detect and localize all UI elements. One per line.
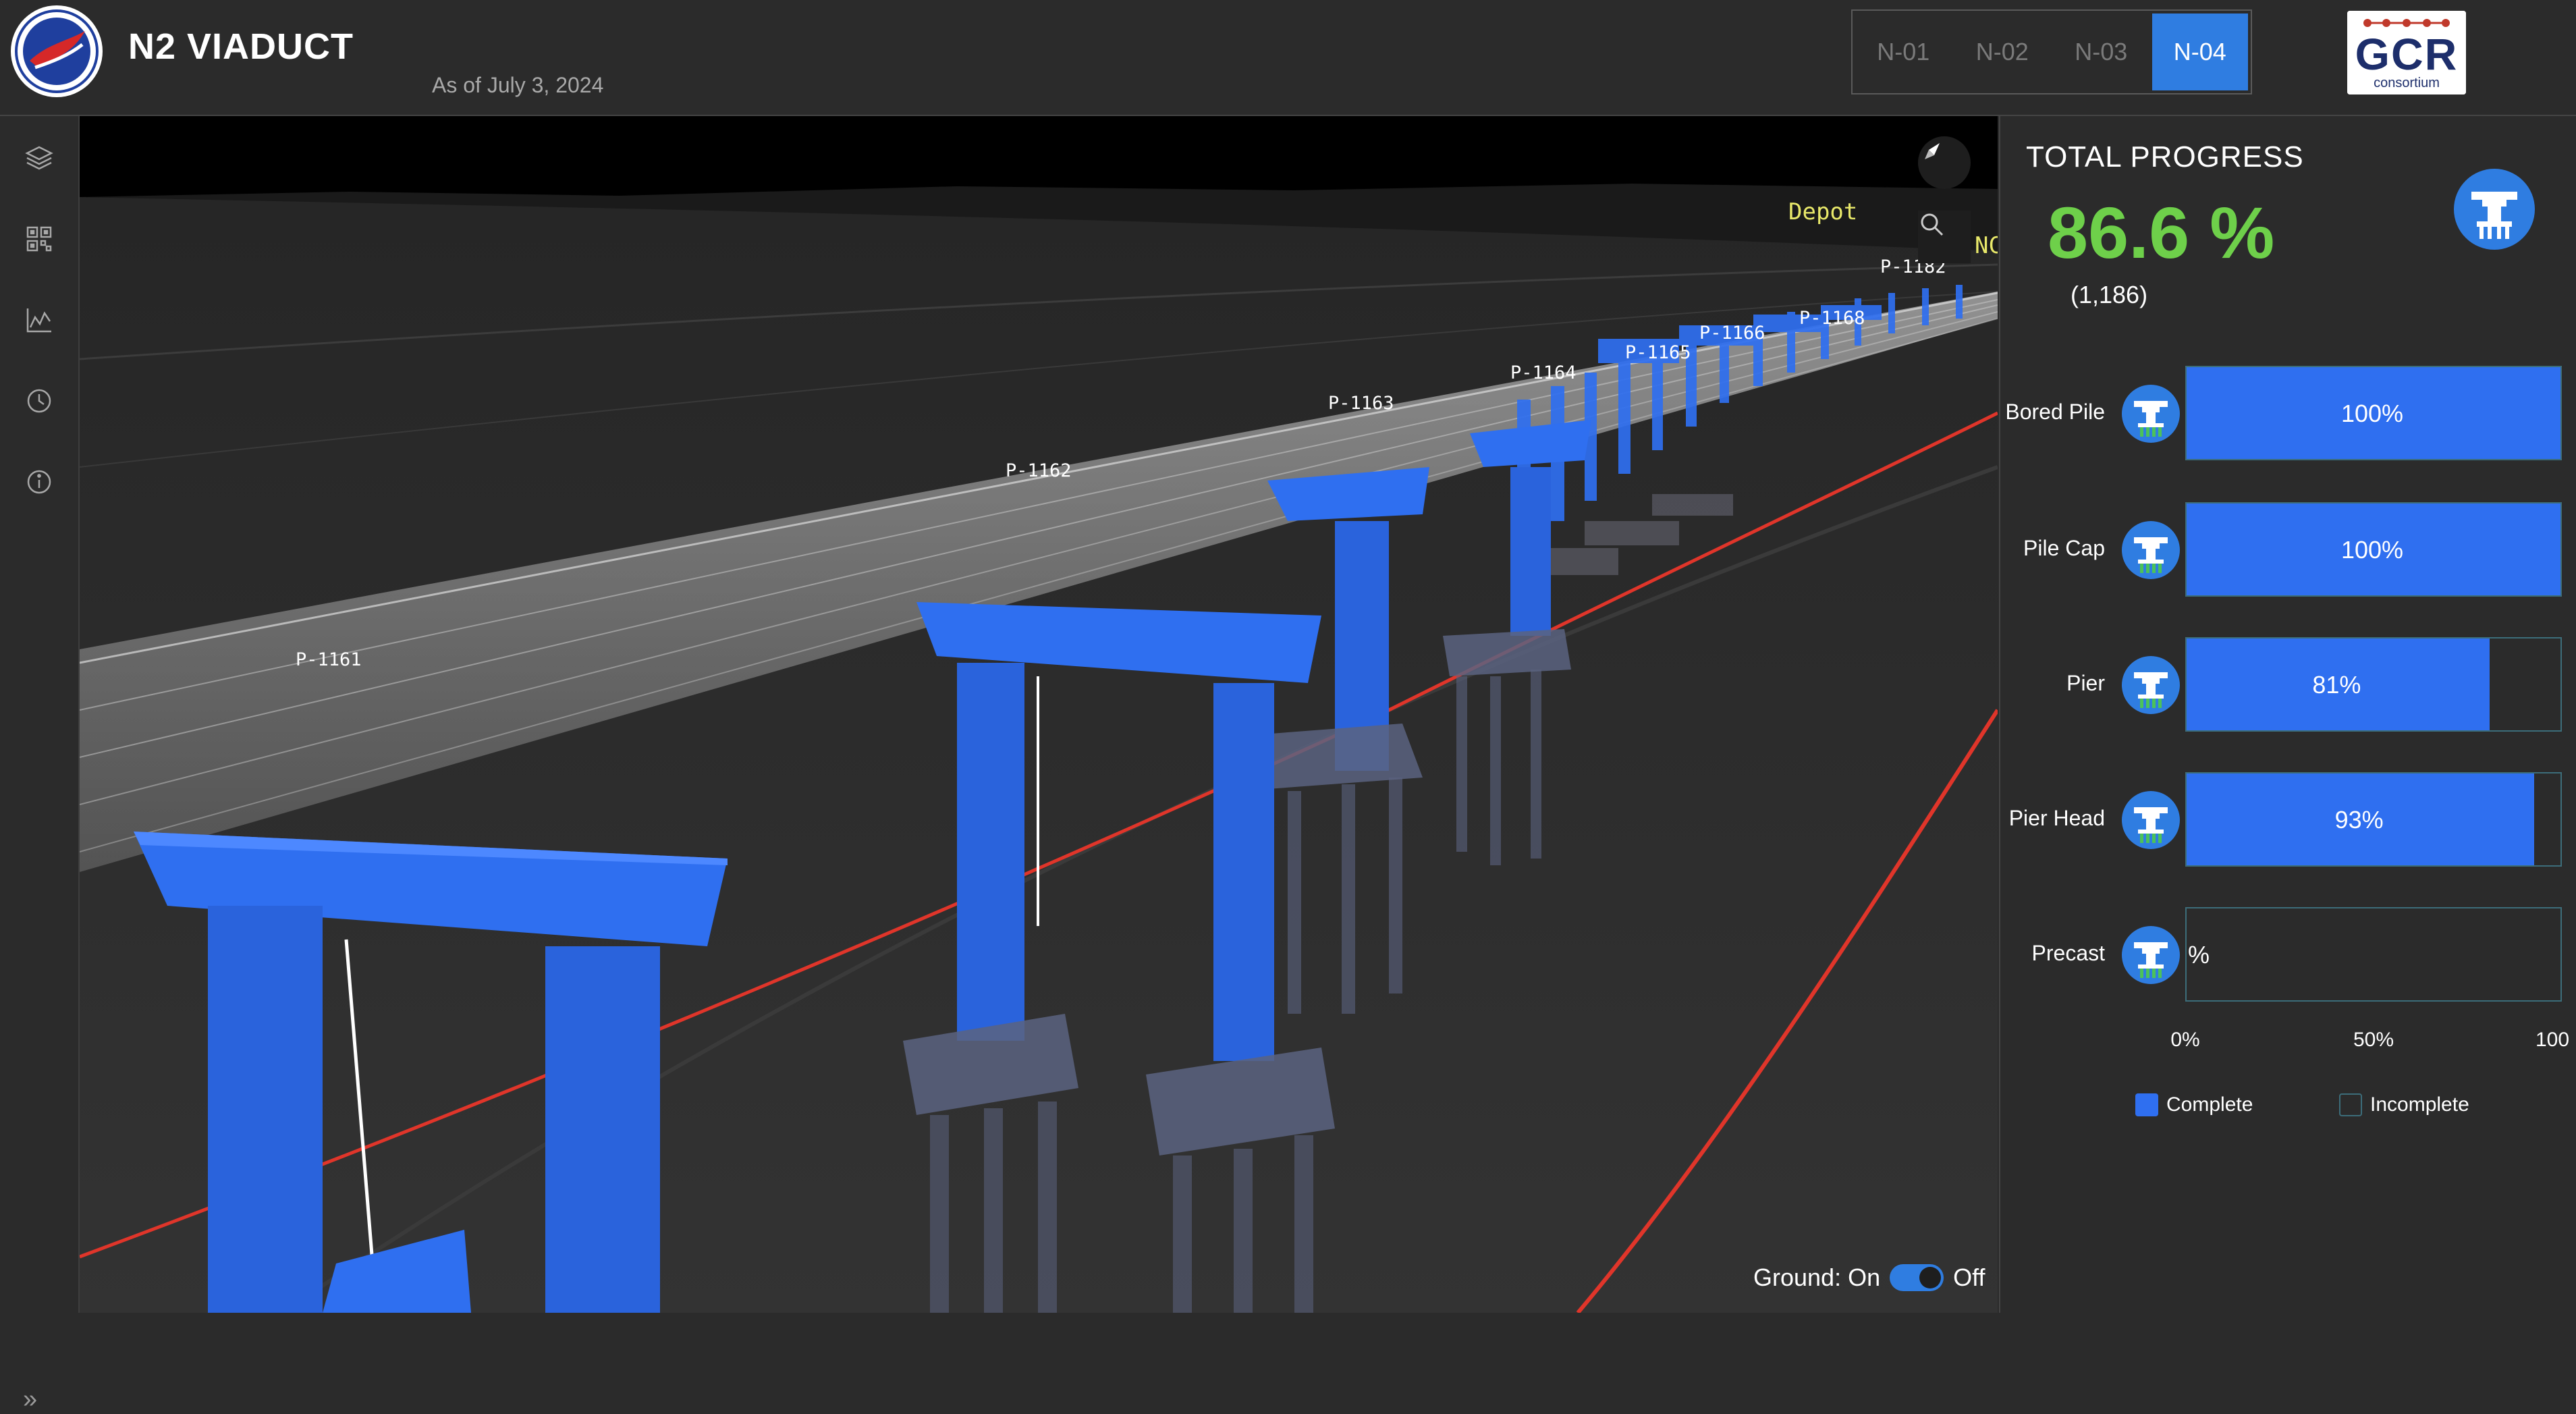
- pier-label: P-1168: [1799, 308, 1865, 329]
- ground-toggle[interactable]: [1890, 1264, 1944, 1291]
- axis-tick-label: 100: [2535, 1029, 2570, 1051]
- component-icon: [2122, 926, 2180, 984]
- legend-label: Incomplete: [2370, 1093, 2469, 1116]
- chart-button[interactable]: [19, 300, 59, 340]
- legend-swatch-incomplete: [2339, 1093, 2362, 1116]
- legend-item-incomplete: Incomplete: [2339, 1093, 2469, 1116]
- tab-n-04[interactable]: N-04: [2152, 13, 2248, 90]
- expand-toolbar-button[interactable]: »: [23, 1385, 37, 1414]
- qr-grid-icon: [26, 226, 52, 252]
- pier-label: P-1162: [1006, 460, 1072, 481]
- pier-label: P-1164: [1510, 362, 1577, 383]
- agency-logo: [11, 5, 103, 97]
- page-title: N2 VIADUCT: [128, 26, 354, 67]
- section-tabs: N-01 N-02 N-03 N-04: [1851, 9, 2252, 94]
- pier-label: P-1163: [1328, 393, 1394, 414]
- pier-label: P-1161: [296, 649, 362, 670]
- depot-label: Depot: [1788, 198, 1858, 225]
- progress-row[interactable]: Pier Head 93%: [2000, 772, 2576, 873]
- progress-row[interactable]: Precast%: [2000, 907, 2576, 1008]
- gcr-logo-sub: consortium: [2374, 76, 2440, 90]
- bar-value-label: 100%: [2340, 536, 2404, 564]
- legend-label: Complete: [2166, 1093, 2253, 1116]
- bar-category-label: Pier Head: [2008, 806, 2105, 830]
- left-toolbar: »: [0, 116, 80, 1413]
- bar-track: [2185, 637, 2562, 732]
- search-button[interactable]: [1918, 211, 1971, 263]
- total-progress-count: (1,186): [2071, 281, 2148, 308]
- viaduct-3d-render: [80, 116, 1998, 1313]
- info-icon: [27, 470, 51, 494]
- scene-view[interactable]: P-1161 P-1162 P-1163 P-1164 P-1165 P-116…: [80, 116, 1998, 1313]
- progress-panel: TOTAL PROGRESS 86.6 % (1,186) Bored Pile…: [1999, 116, 2576, 1313]
- total-progress-value: 86.6 %: [2048, 192, 2275, 273]
- panel-title: TOTAL PROGRESS: [2026, 140, 2304, 173]
- progress-row[interactable]: Pier 81%: [2000, 637, 2576, 738]
- info-button[interactable]: [19, 462, 59, 502]
- app-header: N2 VIADUCT As of July 3, 2024 N-01 N-02 …: [0, 0, 2576, 116]
- layers-button[interactable]: [19, 138, 59, 178]
- progress-row[interactable]: Bored Pile 100%: [2000, 366, 2576, 467]
- viaduct-pier-icon: [2454, 169, 2535, 250]
- clock-icon: [27, 389, 51, 413]
- bar-value-label: 100%: [2340, 400, 2404, 427]
- gcr-logo-text: GCR: [2355, 29, 2459, 79]
- edge-label: NC: [1975, 232, 1998, 259]
- history-button[interactable]: [19, 381, 59, 421]
- chart-line-icon: [26, 308, 51, 333]
- search-icon: [1921, 213, 1944, 236]
- legend-item-complete: Complete: [2135, 1093, 2253, 1116]
- compass-button[interactable]: [1918, 136, 1971, 189]
- as-of-date: As of July 3, 2024: [432, 73, 604, 97]
- bar-value-label: %: [2187, 941, 2210, 969]
- legend-swatch-complete: [2135, 1093, 2158, 1116]
- bar-category-label: Bored Pile: [2005, 400, 2105, 424]
- progress-row[interactable]: Pile Cap 100%: [2000, 502, 2576, 603]
- component-icon: [2122, 521, 2180, 579]
- pier-label: P-1165: [1625, 342, 1691, 363]
- layers-icon: [25, 146, 53, 170]
- compass-icon: [1925, 143, 1940, 159]
- bar-track: [2185, 907, 2562, 1002]
- ground-toggle-group: Ground: On Off: [1753, 1263, 1985, 1292]
- bar-category-label: Precast: [2031, 941, 2105, 965]
- bar-category-label: Pile Cap: [2023, 536, 2105, 560]
- tab-n-03[interactable]: N-03: [2053, 13, 2149, 90]
- bar-value-label: 93%: [2334, 806, 2384, 834]
- component-icon: [2122, 791, 2180, 849]
- qr-grid-button[interactable]: [19, 219, 59, 259]
- component-icon: [2122, 656, 2180, 714]
- component-icon: [2122, 385, 2180, 443]
- pier-label: P-1166: [1699, 323, 1765, 344]
- bar-category-label: Pier: [2066, 671, 2105, 695]
- axis-tick-label: 50%: [2353, 1029, 2394, 1051]
- axis-tick-label: 0%: [2170, 1029, 2200, 1051]
- ground-label: Ground: On: [1753, 1263, 1881, 1291]
- toggle-knob: [1919, 1267, 1942, 1288]
- tab-n-01[interactable]: N-01: [1855, 13, 1952, 90]
- bar-value-label: 81%: [2312, 671, 2361, 699]
- ground-off-label: Off: [1953, 1263, 1985, 1291]
- tab-n-02[interactable]: N-02: [1954, 13, 2051, 90]
